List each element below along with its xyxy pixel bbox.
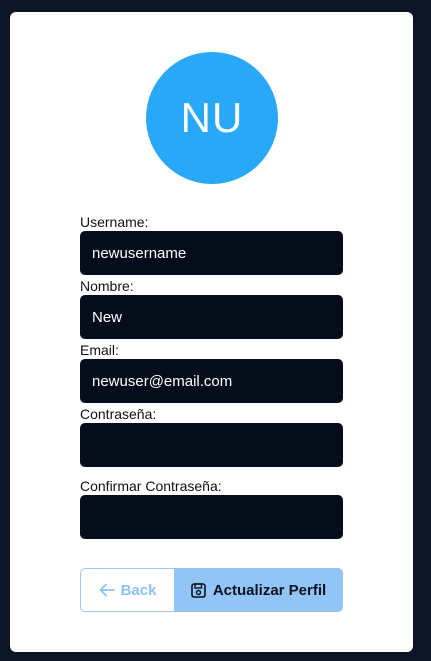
nombre-input[interactable] (80, 295, 343, 339)
avatar: NU (146, 52, 278, 184)
email-input[interactable] (80, 359, 343, 403)
save-icon (191, 582, 206, 598)
password-label: Contraseña: (80, 406, 157, 422)
back-button[interactable]: Back (80, 568, 174, 612)
profile-card: NU Username: Nombre: Email: Contraseña: … (10, 12, 413, 652)
update-profile-button[interactable]: Actualizar Perfil (174, 568, 343, 612)
update-profile-button-label: Actualizar Perfil (212, 581, 327, 599)
button-group: Back Actualizar Perfil (80, 568, 343, 612)
password-input[interactable] (80, 423, 343, 467)
avatar-initials: NU (180, 94, 244, 141)
confirm-password-input[interactable] (80, 495, 343, 539)
profile-form: Username: Nombre: Email: Contraseña: Con… (80, 213, 343, 541)
arrow-left-icon (99, 583, 115, 597)
username-label: Username: (80, 214, 149, 230)
confirm-password-label: Confirmar Contraseña: (80, 478, 222, 494)
username-input[interactable] (80, 231, 343, 275)
back-button-label: Back (120, 581, 157, 599)
email-label: Email: (80, 342, 119, 358)
nombre-label: Nombre: (80, 278, 134, 294)
